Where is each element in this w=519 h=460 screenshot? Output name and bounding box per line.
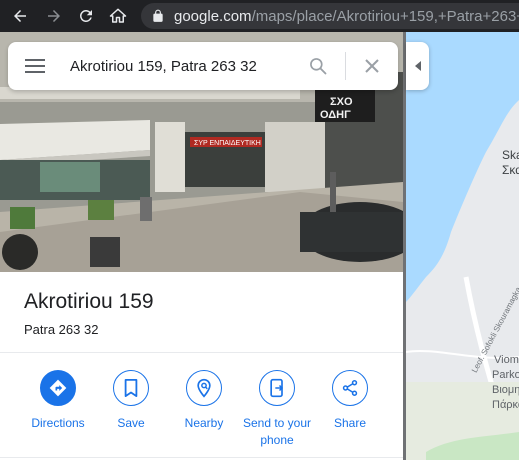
collapse-panel-button[interactable] bbox=[406, 42, 429, 90]
divider bbox=[0, 457, 403, 458]
nearby-button[interactable]: Nearby bbox=[164, 370, 244, 432]
save-button[interactable]: Save bbox=[91, 370, 171, 432]
divider bbox=[0, 352, 403, 353]
place-title: Akrotiriou 159 bbox=[24, 290, 154, 313]
address-bar[interactable]: google.com/maps/place/Akrotiriou+159,+Pa… bbox=[141, 3, 519, 29]
share-icon bbox=[332, 370, 368, 406]
close-icon[interactable] bbox=[360, 54, 384, 78]
map-label-ska: Ska bbox=[502, 148, 519, 162]
lock-icon[interactable] bbox=[151, 9, 165, 23]
panel-edge bbox=[403, 32, 406, 460]
send-to-phone-button[interactable]: Send to your phone bbox=[237, 370, 317, 449]
forward-arrow-icon[interactable] bbox=[42, 4, 66, 28]
nearby-label: Nearby bbox=[184, 416, 224, 430]
directions-icon bbox=[40, 370, 76, 406]
nearby-pin-icon bbox=[186, 370, 222, 406]
place-panel: ΣΥΡ ΕΝΠΑΙΔΕΥΤΙΚΗ ΣΧΟ ΟΔΗΓ Akrotiriou 159… bbox=[0, 32, 403, 460]
map-label-parko-greek: Πάρκο Σχ bbox=[492, 399, 519, 411]
directions-label: Directions bbox=[31, 416, 85, 430]
send-to-phone-icon bbox=[259, 370, 295, 406]
screen: { "browser": { "url_host": "google.com",… bbox=[0, 0, 519, 460]
menu-icon[interactable] bbox=[22, 54, 48, 78]
place-address: Patra 263 32 bbox=[24, 322, 99, 337]
back-arrow-icon[interactable] bbox=[8, 4, 32, 28]
directions-button[interactable]: Directions bbox=[18, 370, 98, 432]
map-label-parko: Parko Sch bbox=[492, 369, 519, 381]
reload-icon[interactable] bbox=[74, 4, 98, 28]
share-label: Share bbox=[333, 416, 367, 430]
search-divider bbox=[345, 52, 346, 80]
save-label: Save bbox=[117, 416, 145, 430]
url-path: /maps/place/Akrotiriou+159,+Patra+263+32 bbox=[251, 7, 519, 25]
search-box bbox=[8, 42, 398, 90]
share-button[interactable]: Share bbox=[310, 370, 390, 432]
caret-left-icon bbox=[414, 61, 421, 71]
send-to-phone-label: Send to your phone bbox=[242, 416, 312, 447]
sign-text-top: ΣΧΟ bbox=[330, 96, 353, 108]
bookmark-icon bbox=[113, 370, 149, 406]
map-label-viomich-greek: Βιομηχ bbox=[492, 384, 519, 396]
map-label-viomich: Viomich bbox=[494, 354, 519, 366]
search-icon[interactable] bbox=[306, 54, 330, 78]
sign-text-bottom: ΟΔΗΓ bbox=[320, 109, 351, 121]
map-canvas[interactable]: Ska Σκα Leof. Sofokli Skouramagka Viomic… bbox=[406, 32, 519, 460]
shop-sign: ΣΥΡ ΕΝΠΑΙΔΕΥΤΙΚΗ bbox=[194, 140, 261, 147]
search-input[interactable] bbox=[70, 54, 290, 78]
url-host: google.com bbox=[174, 7, 252, 25]
browser-toolbar: google.com/maps/place/Akrotiriou+159,+Pa… bbox=[0, 0, 519, 32]
home-icon[interactable] bbox=[106, 4, 130, 28]
map-label-ska-greek: Σκα bbox=[502, 163, 519, 177]
